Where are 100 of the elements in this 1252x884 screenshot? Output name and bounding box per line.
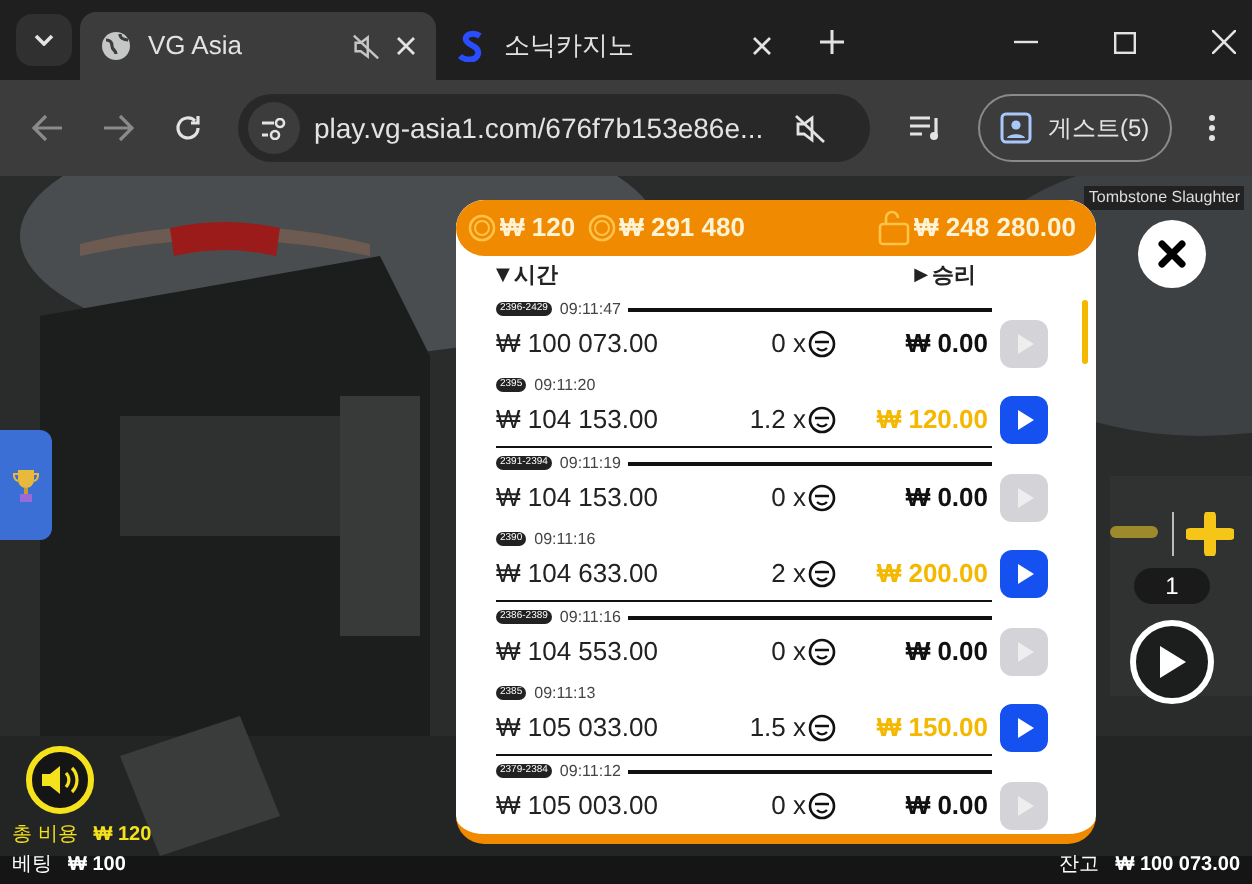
play-icon bbox=[1015, 717, 1033, 738]
muted-speaker-icon[interactable] bbox=[794, 113, 826, 143]
win-amount: ₩ 150.00 bbox=[874, 710, 988, 746]
tab-title: VG Asia bbox=[148, 28, 242, 65]
globe-icon bbox=[100, 30, 132, 62]
back-icon[interactable] bbox=[32, 114, 64, 142]
win-amount: ₩ 200.00 bbox=[874, 556, 988, 592]
balance-text: ₩ 100 073.00 bbox=[496, 326, 660, 362]
replay-button[interactable] bbox=[1000, 395, 1048, 444]
round-time: 09:11:19 bbox=[559, 451, 621, 476]
replay-button[interactable] bbox=[1000, 549, 1048, 598]
browser-tab[interactable]: VG Asia bbox=[80, 12, 436, 80]
balance-text: ₩ 104 633.00 bbox=[496, 556, 660, 592]
game-title-tag: Tombstone Slaughter bbox=[1084, 186, 1244, 210]
balance-text: ₩ 104 153.00 bbox=[496, 480, 660, 516]
win-amount: ₩ 0.00 bbox=[903, 326, 988, 362]
bet-amount: ₩ 120 bbox=[500, 210, 576, 247]
coin-icon bbox=[587, 214, 616, 242]
face-icon bbox=[808, 791, 836, 820]
face-icon bbox=[808, 483, 836, 512]
sort-caret: ▼ bbox=[496, 263, 510, 289]
close-icon[interactable] bbox=[1212, 30, 1236, 54]
face-icon bbox=[808, 713, 836, 742]
spin-counter: 1 bbox=[1134, 568, 1210, 604]
play-icon bbox=[1015, 333, 1033, 354]
tab-search-button[interactable] bbox=[16, 14, 72, 66]
face-icon bbox=[808, 329, 836, 358]
play-icon bbox=[1156, 644, 1188, 680]
face-icon bbox=[808, 405, 836, 434]
win-amount: ₩ 0.00 bbox=[903, 480, 988, 516]
multiplier-text: 1.5 x bbox=[749, 710, 806, 746]
person-icon bbox=[1000, 112, 1032, 144]
win-amount: ₩ 120.00 bbox=[874, 402, 988, 438]
wallet-icon bbox=[878, 210, 911, 246]
balance-text: ₩ 104 153.00 bbox=[496, 402, 660, 438]
total-cost-label: 총 비용 bbox=[12, 822, 78, 850]
balance-text: ₩ 104 553.00 bbox=[496, 634, 660, 670]
maximize-icon[interactable] bbox=[1114, 31, 1136, 53]
wallet-amount: ₩ 248 280.00 bbox=[914, 210, 1076, 247]
round-time: 09:11:16 bbox=[534, 527, 596, 552]
menu-icon[interactable] bbox=[1207, 114, 1216, 142]
round-time: 09:11:47 bbox=[559, 297, 621, 322]
balance-text: ₩ 105 033.00 bbox=[496, 710, 660, 746]
balance-label: 잔고 bbox=[1059, 852, 1100, 880]
face-icon bbox=[808, 559, 836, 588]
scrollbar-thumb bbox=[1082, 300, 1088, 364]
tab-title: 소닉카지노 bbox=[504, 28, 634, 65]
balance-text: ₩ 105 003.00 bbox=[496, 788, 660, 824]
close-tab-icon[interactable] bbox=[752, 36, 772, 56]
profile-button[interactable]: 게스트(5) bbox=[978, 94, 1172, 162]
play-icon bbox=[1015, 641, 1033, 662]
speaker-icon bbox=[40, 764, 80, 796]
multiplier-text: 2 x bbox=[771, 556, 806, 592]
minus-icon[interactable] bbox=[1110, 526, 1158, 538]
multiplier-text: 0 x bbox=[771, 326, 806, 362]
round-time: 09:11:16 bbox=[559, 605, 621, 630]
column-header[interactable]: 승리 bbox=[932, 260, 976, 293]
column-header[interactable]: 시간 bbox=[513, 260, 558, 293]
minimize-icon[interactable] bbox=[1014, 40, 1038, 44]
forward-icon[interactable] bbox=[102, 114, 134, 142]
play-icon bbox=[1015, 487, 1033, 508]
url-text: play.vg-asia1.com/676f7b153e86e... bbox=[314, 109, 764, 148]
play-icon bbox=[1015, 795, 1033, 816]
sort-caret: ▶ bbox=[914, 263, 928, 289]
media-control-icon[interactable] bbox=[910, 116, 942, 140]
balance-value: ₩ 100 073.00 bbox=[1115, 852, 1240, 880]
round-time: 09:11:20 bbox=[534, 373, 596, 398]
close-tab-icon[interactable] bbox=[396, 36, 416, 56]
coin-icon bbox=[468, 214, 496, 242]
win-amount: ₩ 0.00 bbox=[903, 634, 988, 670]
browser-tab[interactable]: 소닉카지노 bbox=[436, 12, 792, 80]
win-amount: ₩ 0.00 bbox=[903, 788, 988, 824]
tune-icon bbox=[261, 117, 287, 139]
plus-icon[interactable] bbox=[1186, 512, 1234, 556]
jackpot-amount: ₩ 291 480 bbox=[619, 210, 745, 247]
site-info-button[interactable] bbox=[248, 102, 300, 154]
s-logo-icon bbox=[456, 30, 488, 62]
multiplier-text: 0 x bbox=[771, 634, 806, 670]
multiplier-text: 0 x bbox=[771, 480, 806, 516]
new-tab-icon[interactable] bbox=[820, 30, 844, 54]
round-time: 09:11:12 bbox=[559, 759, 621, 784]
leaderboard-tab[interactable] bbox=[0, 430, 52, 540]
chevron-down-icon bbox=[34, 34, 54, 46]
multiplier-text: 1.2 x bbox=[749, 402, 806, 438]
trophy-icon bbox=[12, 467, 40, 503]
play-button[interactable] bbox=[1130, 620, 1214, 704]
total-cost-value: ₩ 120 bbox=[93, 822, 152, 850]
face-icon bbox=[808, 637, 836, 666]
replay-button[interactable] bbox=[1000, 703, 1048, 752]
bet-value: ₩ 100 bbox=[68, 852, 126, 880]
reload-icon[interactable] bbox=[174, 114, 202, 142]
sound-button[interactable] bbox=[26, 746, 94, 814]
round-time: 09:11:13 bbox=[534, 681, 596, 706]
play-icon bbox=[1015, 563, 1033, 584]
multiplier-text: 0 x bbox=[771, 788, 806, 824]
play-icon bbox=[1015, 409, 1033, 430]
muted-speaker-icon[interactable] bbox=[352, 33, 380, 59]
bet-label: 베팅 bbox=[12, 852, 52, 880]
address-bar[interactable]: play.vg-asia1.com/676f7b153e86e... bbox=[238, 94, 870, 162]
close-icon bbox=[1158, 240, 1186, 268]
